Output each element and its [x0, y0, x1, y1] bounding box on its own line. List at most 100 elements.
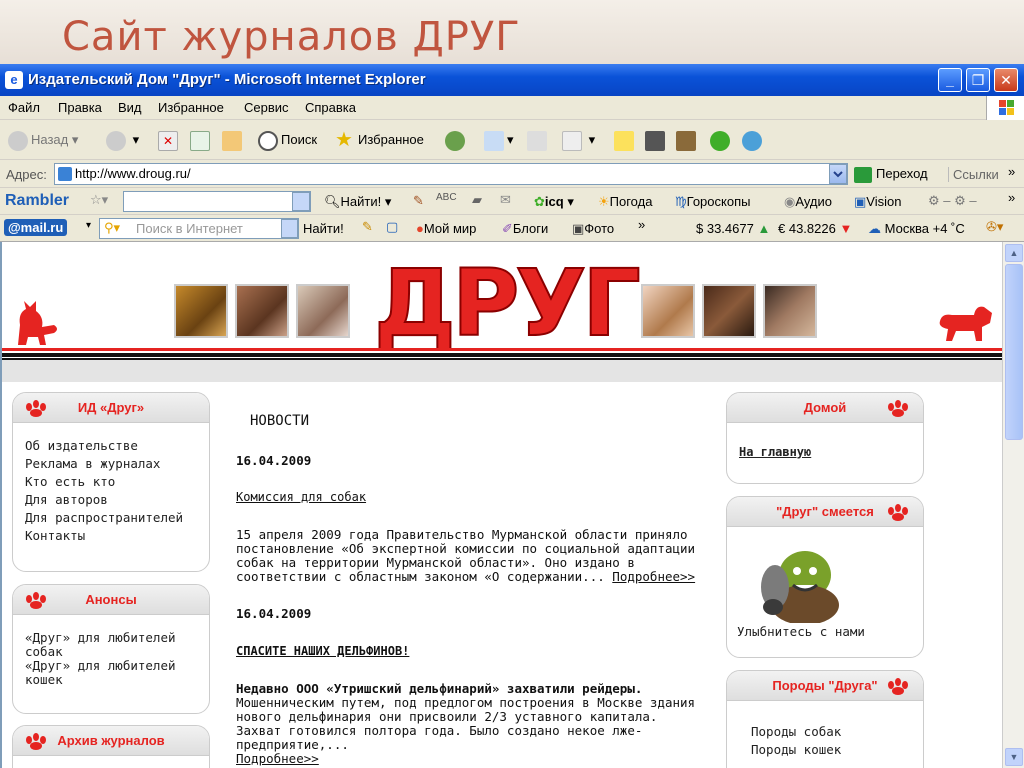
note-icon: [614, 130, 634, 151]
link-dogs-magazine[interactable]: «Друг» для любителей собак: [25, 631, 197, 659]
link-advertising[interactable]: Реклама в журналах: [25, 455, 197, 473]
mailru-dropdown-icon[interactable]: ▾: [86, 220, 91, 231]
print-button[interactable]: [527, 128, 550, 152]
link-cat-breeds[interactable]: Породы кошек: [751, 741, 911, 759]
menu-favorites[interactable]: Избранное: [158, 100, 224, 115]
icq-button[interactable]: ✿icq ▾: [534, 194, 574, 210]
media-button[interactable]: [676, 128, 699, 152]
news-date: 16.04.2009: [236, 453, 312, 468]
favorites-button[interactable]: ★ Избранное: [335, 128, 424, 152]
search-engine-icon[interactable]: ⚲▾: [104, 220, 120, 236]
right-box-humor: "Друг" смеется Улыбнитесь с нами: [726, 496, 924, 658]
stop-button[interactable]: ✕: [158, 128, 181, 152]
photo-button[interactable]: ▣Фото: [572, 221, 614, 237]
site-logo[interactable]: ДРУГ: [373, 257, 642, 351]
scroll-down-button[interactable]: ▼: [1005, 748, 1023, 766]
rambler-star-icon[interactable]: ☆▾: [90, 192, 108, 208]
scroll-up-button[interactable]: ▲: [1005, 244, 1023, 262]
blogs-button[interactable]: ✐Блоги: [502, 221, 548, 237]
link-who-is-who[interactable]: Кто есть кто: [25, 473, 197, 491]
maximize-button[interactable]: ❐: [966, 68, 990, 92]
link-about[interactable]: Об издательстве: [25, 437, 197, 455]
tool-icons[interactable]: ⚙ – ⚙ –: [928, 193, 977, 209]
link-for-distributors[interactable]: Для распространителей: [25, 509, 197, 527]
site-header: ДРУГ: [2, 242, 1002, 382]
vision-button[interactable]: ▣Vision: [854, 194, 901, 210]
shrek-donkey-image[interactable]: [747, 545, 847, 623]
back-button[interactable]: Назад ▾: [8, 128, 78, 152]
weather-widget[interactable]: ☁ Москва +4 ˚C: [868, 221, 965, 237]
right-box-breeds-title: Породы "Друга": [727, 671, 923, 701]
right-box-home-title: Домой: [727, 393, 923, 423]
header-photo-dog-3: [763, 284, 817, 338]
pencil-icon[interactable]: ✎: [413, 193, 424, 209]
menu-tools[interactable]: Сервис: [244, 100, 289, 115]
menu-view[interactable]: Вид: [118, 100, 142, 115]
horoscopes-button[interactable]: ♍Гороскопы: [675, 194, 750, 210]
rambler-find-button[interactable]: 🔍︎Найти! ▾: [324, 194, 391, 210]
link-contacts[interactable]: Контакты: [25, 527, 197, 545]
history-button[interactable]: [445, 128, 468, 152]
mailru-search-dropdown[interactable]: [281, 219, 298, 238]
weather-button[interactable]: ☀Погода: [598, 194, 652, 210]
vertical-scrollbar[interactable]: ▲ ▼: [1002, 242, 1024, 768]
home-button[interactable]: [222, 128, 245, 152]
messenger-button[interactable]: [742, 128, 765, 152]
forward-button[interactable]: ▾: [106, 128, 139, 152]
left-box-archive: Архив журналов: [12, 725, 210, 768]
slide-title-bar: Сайт журналов ДРУГ: [0, 0, 1024, 64]
link-dog-breeds[interactable]: Породы собак: [751, 723, 911, 741]
mailru-find-button[interactable]: Найти!: [303, 221, 344, 236]
link-for-authors[interactable]: Для авторов: [25, 491, 197, 509]
site-body: ИД «Друг» Об издательстве Реклама в журн…: [2, 382, 1002, 768]
scroll-thumb[interactable]: [1005, 264, 1023, 440]
rambler-more[interactable]: »: [1008, 190, 1015, 205]
links-label[interactable]: Ссылки: [948, 167, 999, 182]
address-input[interactable]: http://www.droug.ru/: [54, 163, 848, 185]
news-title-link[interactable]: Комиссия для собак: [236, 490, 366, 504]
go-button[interactable]: Переход: [854, 166, 928, 183]
menu-file[interactable]: Файл: [8, 100, 40, 115]
news-more-link[interactable]: Подробнее>>: [612, 569, 695, 584]
audio-icon: ◉: [784, 194, 796, 209]
edit-button[interactable]: ▾: [562, 128, 595, 152]
refresh-button[interactable]: [190, 128, 213, 152]
back-arrow-icon: [8, 130, 28, 151]
mail-button[interactable]: ▾: [484, 128, 514, 152]
red-dog-icon: [939, 306, 992, 341]
rambler-search-dropdown[interactable]: [292, 192, 310, 211]
flower-icon: [710, 130, 730, 151]
discuss-button[interactable]: [614, 128, 637, 152]
clipboard-icon[interactable]: ▢: [386, 219, 398, 235]
rambler-search-input[interactable]: [123, 191, 311, 212]
news-date: 16.04.2009: [236, 606, 312, 621]
left-box-archive-title: Архив журналов: [13, 726, 209, 756]
spell-icon[interactable]: ABC: [436, 192, 457, 203]
minimize-button[interactable]: _: [938, 68, 962, 92]
options-icon[interactable]: ✇▾: [986, 219, 1003, 235]
mailru-more[interactable]: »: [638, 217, 645, 232]
audio-button[interactable]: ◉Аудио: [784, 194, 832, 210]
icq-button[interactable]: [710, 128, 733, 152]
myworld-button[interactable]: ●Мой мир: [416, 221, 476, 236]
left-box-publisher-title: ИД «Друг»: [13, 393, 209, 423]
news-title-link[interactable]: СПАСИТЕ НАШИХ ДЕЛЬФИНОВ!: [236, 644, 409, 658]
humor-caption[interactable]: Улыбнитесь с нами: [737, 623, 865, 641]
mailru-search-input[interactable]: Поиск в Интернет: [99, 218, 299, 239]
news-more-link[interactable]: Подробнее>>: [236, 751, 319, 766]
mailru-logo[interactable]: @mail.ru: [4, 219, 68, 236]
menu-edit[interactable]: Правка: [58, 100, 102, 115]
print-icon: [527, 130, 547, 151]
search-button[interactable]: Поиск: [258, 128, 317, 152]
address-dropdown-button[interactable]: [829, 164, 847, 184]
link-cats-magazine[interactable]: «Друг» для любителей кошек: [25, 659, 197, 687]
close-button[interactable]: ✕: [994, 68, 1018, 92]
rambler-logo[interactable]: Rambler: [5, 192, 69, 210]
menu-help[interactable]: Справка: [305, 100, 356, 115]
link-home[interactable]: На главную: [727, 423, 923, 469]
mail-small-icon[interactable]: ✉: [500, 192, 511, 208]
marker-icon[interactable]: ✎: [362, 219, 373, 235]
links-more[interactable]: »: [1008, 164, 1015, 179]
research-button[interactable]: [645, 128, 668, 152]
eraser-icon[interactable]: ▰: [472, 192, 482, 208]
